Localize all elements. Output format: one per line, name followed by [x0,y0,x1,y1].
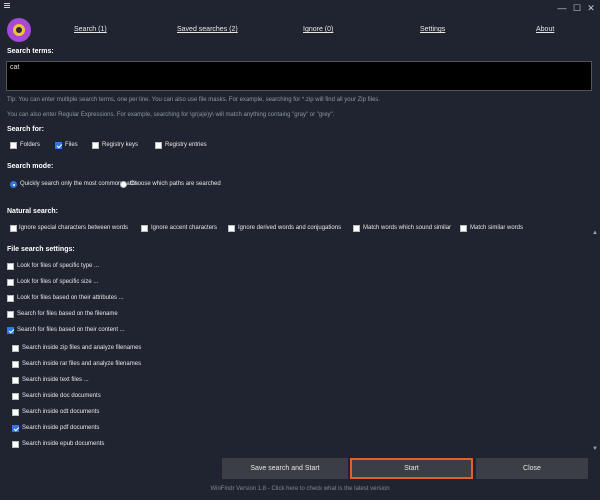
rar-checkbox[interactable] [12,361,19,368]
ignore-derived-label: Ignore derived words and conjugations [238,225,342,231]
specific-size-checkbox[interactable] [7,279,14,286]
ignore-derived-checkbox[interactable] [228,225,235,232]
title-bar: — ☐ ✕ [0,0,600,18]
match-sound-label: Match words which sound similar [363,225,452,231]
odt-checkbox[interactable] [12,409,19,416]
pdf-checkbox[interactable] [12,425,19,432]
attributes-checkbox[interactable] [7,295,14,302]
ignore-accent-label: Ignore accent characters [151,225,218,231]
scroll-down-icon[interactable]: ▼ [592,446,598,452]
version-link[interactable]: WinFindr Version 1.8 - Click here to che… [0,486,600,492]
epub-checkbox[interactable] [12,441,19,448]
ignore-accent-checkbox[interactable] [141,225,148,232]
doc-checkbox[interactable] [12,393,19,400]
search-mode-heading: Search mode: [7,163,54,170]
match-similar-checkbox[interactable] [460,225,467,232]
start-button[interactable]: Start [350,458,473,479]
odt-label: Search inside odt documents [22,409,100,415]
close-button[interactable]: Close [476,458,588,479]
tab-settings[interactable]: Settings [420,26,445,33]
tip-text-1: Tip: You can enter multiple search terms… [7,97,380,103]
ignore-special-chars-checkbox[interactable] [10,225,17,232]
zip-label: Search inside zip files and analyze file… [22,345,142,351]
folders-checkbox[interactable] [10,142,17,149]
tab-ignore[interactable]: Ignore (0) [303,26,333,33]
tab-about[interactable]: About [536,26,554,33]
scroll-up-icon[interactable]: ▲ [592,230,598,236]
epub-label: Search inside epub documents [22,441,105,447]
content-label: Search for files based on their content … [17,327,125,333]
save-search-and-start-button[interactable]: Save search and Start [222,458,348,479]
search-for-heading: Search for: [7,126,44,133]
file-search-settings-heading: File search settings: [7,246,75,253]
specific-size-label: Look for files of specific size ... [17,279,99,285]
zip-checkbox[interactable] [12,345,19,352]
files-checkbox[interactable] [55,142,62,149]
specific-type-checkbox[interactable] [7,263,14,270]
tab-search[interactable]: Search (1) [74,26,107,33]
registry-entries-checkbox[interactable] [155,142,162,149]
registry-keys-checkbox[interactable] [92,142,99,149]
match-sound-checkbox[interactable] [353,225,360,232]
quick-search-radio[interactable] [10,181,17,188]
filename-checkbox[interactable] [7,311,14,318]
tab-saved-searches[interactable]: Saved searches (2) [177,26,238,33]
text-files-label: Search inside text files ... [22,377,89,383]
choose-paths-radio[interactable] [120,181,127,188]
registry-entries-label: Registry entries [165,142,207,148]
rar-label: Search inside rar files and analyze file… [22,361,142,367]
app-logo-icon [7,18,31,42]
match-similar-label: Match similar words [470,225,524,231]
doc-label: Search inside doc documents [22,393,101,399]
attributes-label: Look for files based on their attributes… [17,295,124,301]
tip-text-2: You can also enter Regular Expressions. … [7,112,335,118]
hamburger-icon[interactable] [4,3,10,9]
search-terms-heading: Search terms: [7,48,54,55]
content-checkbox[interactable] [7,327,14,334]
natural-search-heading: Natural search: [7,208,58,215]
filename-label: Search for files based on the filename [17,311,118,317]
text-files-checkbox[interactable] [12,377,19,384]
files-label: Files [65,142,78,148]
folders-label: Folders [20,142,41,148]
vertical-scrollbar[interactable]: ▲ ▼ [592,230,598,452]
maximize-icon[interactable]: ☐ [572,3,582,13]
minimize-icon[interactable]: — [557,3,567,13]
close-window-icon[interactable]: ✕ [586,3,596,13]
specific-type-label: Look for files of specific type ... [17,263,100,269]
search-terms-input[interactable]: cat [6,61,592,91]
pdf-label: Search inside pdf documents [22,425,100,431]
ignore-special-chars-label: Ignore special characters between words [19,225,129,231]
registry-keys-label: Registry keys [102,142,139,148]
choose-paths-label: Choose which paths are searched [130,181,221,187]
